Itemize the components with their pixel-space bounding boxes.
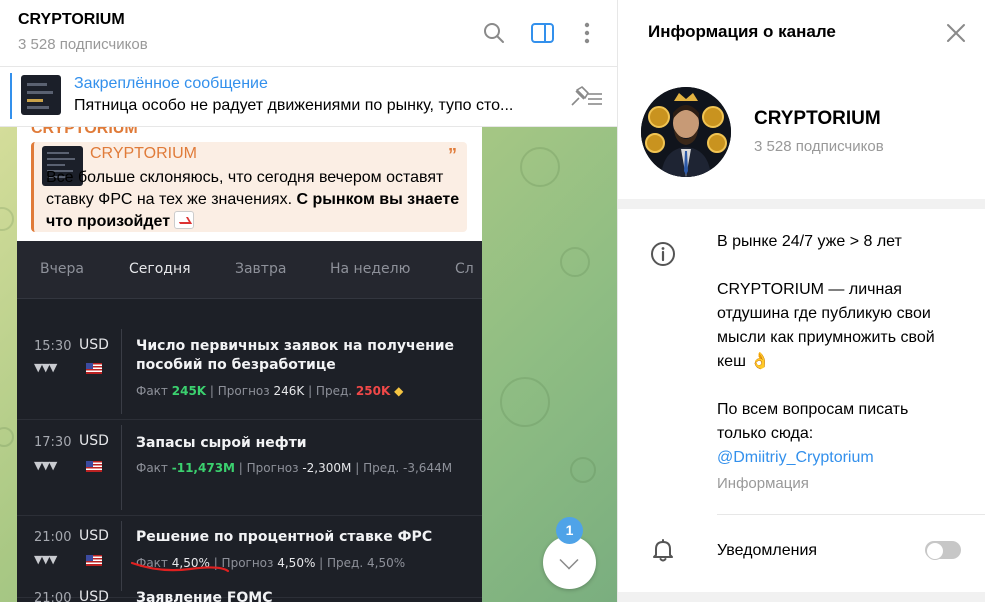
row-divider bbox=[121, 329, 122, 414]
tab-today: Сегодня bbox=[129, 261, 191, 277]
us-flag-icon bbox=[86, 461, 102, 472]
pinned-label: Закреплённое сообщение bbox=[74, 75, 268, 92]
event-name: Число первичных заявок на получение посо… bbox=[136, 338, 455, 373]
event-values: Факт 245K | Прогноз 246K | Пред. 250K ◆ bbox=[136, 384, 404, 398]
row-separator bbox=[717, 514, 985, 515]
background-pattern bbox=[520, 147, 560, 187]
fact-value: -11,473M bbox=[171, 461, 235, 475]
tab-yesterday: Вчера bbox=[40, 261, 84, 277]
event-name: Запасы сырой нефти bbox=[136, 435, 307, 451]
impact-icon: ▼▼▼ bbox=[34, 361, 57, 374]
more-menu-icon[interactable] bbox=[574, 20, 600, 46]
pinned-thumbnail bbox=[21, 75, 61, 115]
fact-label: Факт bbox=[136, 384, 168, 398]
chart-decreasing-icon bbox=[174, 211, 195, 229]
about-description: CRYPTORIUM — личная отдушина где публику… bbox=[717, 281, 935, 370]
about-section: В рынке 24/7 уже > 8 лет CRYPTORIUM — ли… bbox=[717, 230, 957, 496]
contact-link[interactable]: @Dmiitriy_Cryptorium bbox=[717, 446, 957, 470]
reply-text: Все больше склоняюсь, что сегодня вечеро… bbox=[46, 167, 466, 233]
channel-message: CRYPTORIUM CRYPTORIUM ” Все больше склон… bbox=[17, 127, 482, 602]
tab-week: На неделю bbox=[330, 261, 411, 277]
avatar-image bbox=[641, 87, 731, 177]
forecast-value: 246K bbox=[273, 384, 305, 398]
calendar-tabs: Вчера Сегодня Завтра На неделю Сл bbox=[17, 241, 482, 299]
calendar-event: 21:00 USD Заявление FOMC bbox=[17, 589, 482, 602]
row-divider bbox=[121, 425, 122, 510]
about-contact: По всем вопросам писать только сюда: bbox=[717, 401, 909, 442]
forecast-label: Прогноз bbox=[246, 461, 299, 475]
chat-header[interactable]: CRYPTORIUM 3 528 подписчиков bbox=[0, 0, 617, 67]
about-caption: Информация bbox=[717, 475, 809, 492]
reply-author: CRYPTORIUM bbox=[90, 145, 197, 162]
revised-icon: ◆ bbox=[394, 384, 404, 398]
panel-title: Информация о канале bbox=[648, 22, 836, 41]
event-name: Заявление FOMC bbox=[136, 590, 273, 602]
notifications-toggle[interactable] bbox=[925, 541, 961, 560]
close-icon[interactable] bbox=[945, 22, 967, 44]
prev-label: Пред. bbox=[327, 556, 364, 570]
background-pattern bbox=[500, 377, 550, 427]
background-pattern bbox=[0, 207, 14, 231]
event-name: Решение по процентной ставке ФРС bbox=[136, 529, 433, 545]
pinned-text: Пятница особо не радует движениями по ры… bbox=[74, 97, 514, 114]
quote-icon: ” bbox=[448, 145, 457, 165]
economic-calendar-image[interactable]: Вчера Сегодня Завтра На неделю Сл 15:30 … bbox=[17, 241, 482, 602]
prev-value: 4,50% bbox=[367, 556, 406, 570]
chat-title: CRYPTORIUM bbox=[18, 11, 125, 28]
reply-quote[interactable]: CRYPTORIUM ” Все больше склоняюсь, что с… bbox=[31, 142, 467, 232]
fact-label: Факт bbox=[136, 461, 168, 475]
channel-name: CRYPTORIUM bbox=[754, 108, 881, 129]
background-pattern bbox=[0, 427, 14, 447]
event-currency: USD bbox=[79, 337, 109, 353]
sidebar-toggle-icon[interactable] bbox=[530, 20, 556, 46]
prev-label: Пред. bbox=[363, 461, 400, 475]
event-currency: USD bbox=[79, 528, 109, 544]
section-divider bbox=[618, 592, 985, 602]
event-currency: USD bbox=[79, 589, 109, 602]
forecast-label: Прогноз bbox=[217, 384, 270, 398]
section-divider bbox=[618, 199, 985, 209]
impact-icon: ▼▼▼ bbox=[34, 553, 57, 566]
chevron-down-icon bbox=[559, 550, 579, 570]
event-currency: USD bbox=[79, 433, 109, 449]
event-time: 21:00 bbox=[34, 591, 72, 602]
us-flag-icon bbox=[86, 363, 102, 374]
us-flag-icon bbox=[86, 555, 102, 566]
unread-badge: 1 bbox=[556, 517, 583, 544]
message-author: CRYPTORIUM bbox=[31, 127, 138, 137]
event-time: 21:00 bbox=[34, 530, 72, 545]
forecast-value: 4,50% bbox=[277, 556, 316, 570]
calendar-event: 17:30 USD ▼▼▼ Запасы сырой нефти Факт -1… bbox=[17, 419, 482, 515]
event-time: 17:30 bbox=[34, 435, 72, 450]
bell-icon bbox=[653, 539, 673, 562]
event-values: Факт -11,473M | Прогноз -2,300M | Пред. … bbox=[136, 461, 453, 475]
red-underline-annotation bbox=[130, 561, 230, 573]
chat-pane: CRYPTORIUM 3 528 подписчиков Закреплённо… bbox=[0, 0, 617, 602]
pinned-indicator bbox=[10, 73, 12, 119]
forecast-value: -2,300M bbox=[302, 461, 352, 475]
channel-avatar[interactable] bbox=[641, 87, 731, 177]
row-divider bbox=[121, 521, 122, 591]
calendar-event: 15:30 USD ▼▼▼ Число первичных заявок на … bbox=[17, 319, 482, 419]
pinned-message-bar[interactable]: Закреплённое сообщение Пятница особо не … bbox=[0, 67, 617, 127]
tab-next: Сл bbox=[455, 261, 474, 277]
channel-info-panel: Информация о канале CRYPTORIUM 3 528 под… bbox=[617, 0, 985, 602]
background-pattern bbox=[570, 457, 596, 483]
background-pattern bbox=[560, 247, 590, 277]
info-icon bbox=[651, 242, 675, 266]
pin-list-icon[interactable] bbox=[568, 85, 604, 109]
channel-subscribers: 3 528 подписчиков bbox=[754, 138, 884, 155]
impact-icon: ▼▼▼ bbox=[34, 459, 57, 472]
search-icon[interactable] bbox=[481, 20, 507, 46]
calendar-event: 21:00 USD ▼▼▼ Решение по процентной став… bbox=[17, 515, 482, 595]
notifications-label: Уведомления bbox=[717, 542, 818, 559]
tab-tomorrow: Завтра bbox=[235, 261, 287, 277]
prev-label: Пред. bbox=[315, 384, 353, 398]
subscriber-count: 3 528 подписчиков bbox=[18, 36, 148, 53]
about-line: В рынке 24/7 уже > 8 лет bbox=[717, 233, 902, 250]
fact-value: 245K bbox=[171, 384, 207, 398]
prev-value: 250K bbox=[355, 384, 391, 398]
event-time: 15:30 bbox=[34, 339, 72, 354]
prev-value: -3,644M bbox=[403, 461, 453, 475]
